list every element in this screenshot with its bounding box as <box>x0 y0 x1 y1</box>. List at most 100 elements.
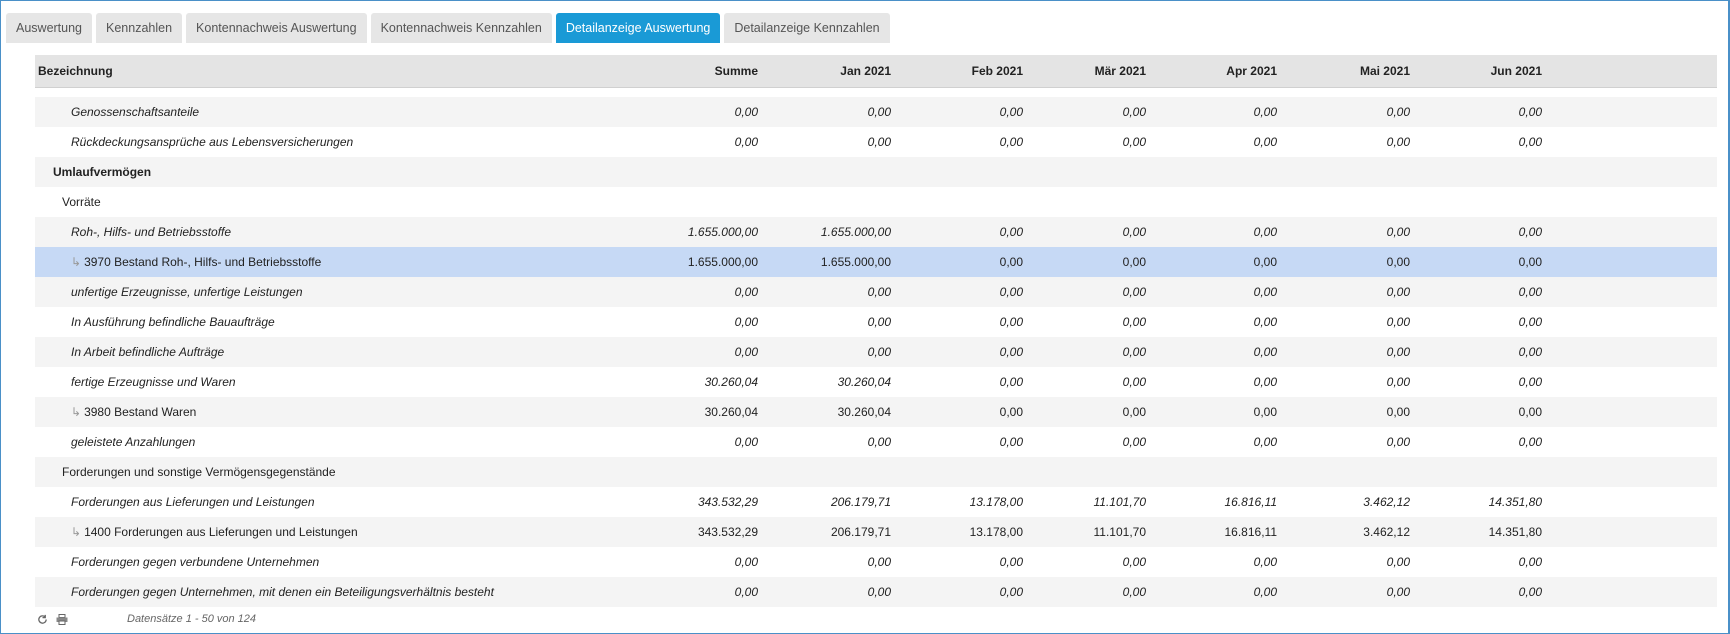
column-header-2[interactable]: Jan 2021 <box>840 55 891 87</box>
table-row[interactable]: Umlaufvermögen <box>35 157 1717 187</box>
column-header-7[interactable]: Jun 2021 <box>1491 55 1542 87</box>
cell-mär-2021: 0,00 <box>1122 135 1146 149</box>
cell-mär-2021: 0,00 <box>1122 585 1146 599</box>
cell-summe: 0,00 <box>734 105 758 119</box>
table-row[interactable]: Rückdeckungsansprüche aus Lebensversiche… <box>35 127 1717 157</box>
row-label: ↳ 3970 Bestand Roh-, Hilfs- und Betriebss… <box>71 247 321 277</box>
column-header-1[interactable]: Summe <box>715 55 758 87</box>
cell-feb-2021: 13.178,00 <box>969 525 1023 539</box>
cell-mär-2021: 0,00 <box>1122 345 1146 359</box>
column-header-6[interactable]: Mai 2021 <box>1360 55 1410 87</box>
cell-jun-2021: 0,00 <box>1518 585 1542 599</box>
row-label-text: 3970 Bestand Roh-, Hilfs- und Betriebsst… <box>84 255 322 269</box>
cell-feb-2021: 0,00 <box>999 225 1023 239</box>
cell-jan-2021: 1.655.000,00 <box>820 255 891 269</box>
refresh-icon[interactable] <box>35 612 49 626</box>
cell-mai-2021: 0,00 <box>1386 435 1410 449</box>
column-header-4[interactable]: Mär 2021 <box>1095 55 1146 87</box>
table-row[interactable]: Roh-, Hilfs- und Betriebsstoffe 1.655.000… <box>35 217 1717 247</box>
cell-summe: 0,00 <box>734 285 758 299</box>
cell-jan-2021: 0,00 <box>867 585 891 599</box>
cell-jan-2021: 0,00 <box>867 135 891 149</box>
tab-detailanzeige-auswertung[interactable]: Detailanzeige Auswertung <box>555 13 721 43</box>
cell-mai-2021: 0,00 <box>1386 255 1410 269</box>
table-row[interactable]: unfertige Erzeugnisse, unfertige Leistun… <box>35 277 1717 307</box>
tab-kennzahlen[interactable]: Kennzahlen <box>96 13 183 43</box>
cell-summe: 0,00 <box>734 555 758 569</box>
row-label: Roh-, Hilfs- und Betriebsstoffe <box>71 225 232 239</box>
cell-feb-2021: 0,00 <box>999 555 1023 569</box>
column-header-3[interactable]: Feb 2021 <box>972 55 1023 87</box>
table-row[interactable]: In Arbeit befindliche Aufträge 0,00 0,00 0,… <box>35 337 1717 367</box>
cell-mär-2021: 0,00 <box>1122 225 1146 239</box>
cell-feb-2021: 0,00 <box>999 255 1023 269</box>
cell-summe: 1.655.000,00 <box>687 225 758 239</box>
table-row[interactable]: Forderungen und sonstige Vermögensgegens… <box>35 457 1717 487</box>
row-label: In Arbeit befindliche Aufträge <box>71 345 225 359</box>
sub-account-arrow-icon: ↳ <box>71 525 82 539</box>
pager-text: Datensätze 1 - 50 von 124 <box>127 613 257 625</box>
cell-jan-2021: 0,00 <box>867 285 891 299</box>
tab-kontennachweis-auswertung[interactable]: Kontennachweis Auswertung <box>186 13 367 43</box>
cell-apr-2021: 0,00 <box>1253 255 1277 269</box>
cell-mär-2021: 0,00 <box>1122 555 1146 569</box>
cell-jan-2021: 0,00 <box>867 345 891 359</box>
cell-mär-2021: 0,00 <box>1122 375 1146 389</box>
table-row[interactable]: ↳ 3980 Bestand Waren 30.260,04 30.260,04 0,0… <box>35 397 1717 427</box>
cell-mai-2021: 0,00 <box>1386 135 1410 149</box>
cell-apr-2021: 0,00 <box>1253 315 1277 329</box>
cell-apr-2021: 0,00 <box>1253 135 1277 149</box>
tab-detailanzeige-kennzahlen[interactable]: Detailanzeige Kennzahlen <box>724 13 890 43</box>
row-label: ↳ 3980 Bestand Waren <box>71 397 196 427</box>
table-row[interactable]: ↳ 3970 Bestand Roh-, Hilfs- und Betriebss… <box>35 247 1717 277</box>
cell-feb-2021: 0,00 <box>999 585 1023 599</box>
column-header-name[interactable]: Bezeichnung <box>38 55 113 87</box>
cell-summe: 1.655.000,00 <box>687 255 758 269</box>
cell-jan-2021: 0,00 <box>867 315 891 329</box>
table-row[interactable]: Vorräte <box>35 187 1717 217</box>
cell-feb-2021: 0,00 <box>999 345 1023 359</box>
cell-jan-2021: 206.179,71 <box>830 525 891 539</box>
cell-summe: 0,00 <box>734 315 758 329</box>
cell-feb-2021: 0,00 <box>999 405 1023 419</box>
cell-apr-2021: 0,00 <box>1253 555 1277 569</box>
table-row[interactable]: Forderungen gegen Unternehmen, mit denen… <box>35 577 1717 607</box>
row-label: Rückdeckungsansprüche aus Lebensversiche… <box>71 135 354 149</box>
row-label: fertige Erzeugnisse und Waren <box>71 375 236 389</box>
table-row[interactable]: In Ausführung befindliche Bauaufträge 0,0… <box>35 307 1717 337</box>
grid-body[interactable]: Genossenschaftsanteile 0,00 0,00 0,00 0,00 0,… <box>35 88 1717 607</box>
tab-auswertung[interactable]: Auswertung <box>6 13 93 43</box>
sub-account-arrow-icon: ↳ <box>71 405 82 419</box>
table-row[interactable]: ↳ 1400 Forderungen aus Lieferungen und Le… <box>35 517 1717 547</box>
cell-jun-2021: 0,00 <box>1518 315 1542 329</box>
print-icon[interactable] <box>55 612 69 626</box>
cell-mai-2021: 0,00 <box>1386 375 1410 389</box>
sub-account-arrow-icon: ↳ <box>71 255 82 269</box>
cell-jun-2021: 0,00 <box>1518 225 1542 239</box>
table-row[interactable]: Genossenschaftsanteile 0,00 0,00 0,00 0,00 0,… <box>35 97 1717 127</box>
table-row[interactable]: fertige Erzeugnisse und Waren 30.260,04 30… <box>35 367 1717 397</box>
tab-kontennachweis-kennzahlen[interactable]: Kontennachweis Kennzahlen <box>370 13 552 43</box>
cell-mär-2021: 11.101,70 <box>1093 525 1147 539</box>
row-label: Forderungen gegen Unternehmen, mit denen… <box>71 585 494 599</box>
cell-summe: 343.532,29 <box>697 525 758 539</box>
cell-jun-2021: 14.351,80 <box>1488 495 1542 509</box>
cell-mai-2021: 0,00 <box>1386 105 1410 119</box>
cell-jun-2021: 0,00 <box>1518 135 1542 149</box>
cell-apr-2021: 0,00 <box>1253 345 1277 359</box>
cell-mär-2021: 0,00 <box>1122 435 1146 449</box>
column-header-5[interactable]: Apr 2021 <box>1226 55 1277 87</box>
cell-mai-2021: 3.462,12 <box>1363 525 1410 539</box>
row-label: Genossenschaftsanteile <box>71 105 200 119</box>
tab-bar: Auswertung Kennzahlen Kontennachweis Auswe… <box>6 13 890 43</box>
table-row[interactable]: Forderungen gegen verbundene Unternehmen… <box>35 547 1717 577</box>
row-label: geleistete Anzahlungen <box>71 435 196 449</box>
table-row[interactable]: Forderungen aus Lieferungen und Leistung… <box>35 487 1717 517</box>
cell-apr-2021: 0,00 <box>1253 435 1277 449</box>
data-grid: Bezeichnung Summe Jan 2021 Feb 2021 Mär 2021… <box>35 55 1717 608</box>
table-row[interactable]: geleistete Anzahlungen 0,00 0,00 0,00 0,00 0,… <box>35 427 1717 457</box>
cell-jun-2021: 0,00 <box>1518 105 1542 119</box>
cell-feb-2021: 0,00 <box>999 285 1023 299</box>
cell-summe: 0,00 <box>734 345 758 359</box>
cell-jan-2021: 0,00 <box>867 435 891 449</box>
